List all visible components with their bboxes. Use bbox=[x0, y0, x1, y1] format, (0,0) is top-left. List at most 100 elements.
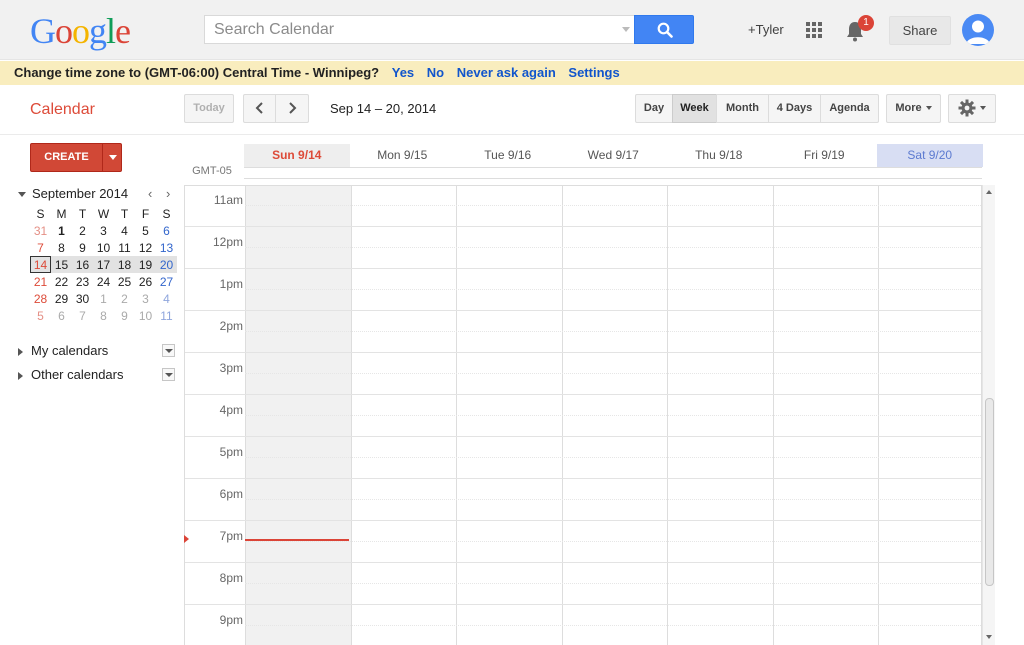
search-input[interactable] bbox=[205, 16, 617, 43]
mini-calendar-month[interactable]: September 2014 bbox=[18, 186, 128, 201]
my-calendars-section[interactable]: My calendars bbox=[18, 343, 108, 358]
scroll-down-arrow-icon[interactable] bbox=[986, 635, 992, 639]
my-calendars-label[interactable]: My calendars bbox=[31, 343, 108, 358]
mini-calendar-week[interactable]: 7 8 9 10 11 12 13 bbox=[30, 239, 177, 256]
mini-calendar-day[interactable]: 3 bbox=[135, 290, 156, 307]
view-4days-button[interactable]: 4 Days bbox=[768, 94, 821, 123]
view-week-button[interactable]: Week bbox=[672, 94, 717, 123]
mini-calendar-day[interactable]: 10 bbox=[93, 239, 114, 256]
expand-triangle-icon[interactable] bbox=[18, 347, 23, 356]
today-button[interactable]: Today bbox=[184, 94, 234, 123]
collapse-triangle-icon[interactable] bbox=[18, 192, 26, 198]
day-column-header[interactable]: Fri 9/19 bbox=[772, 144, 878, 167]
mini-calendar-week[interactable]: 31 1 2 3 4 5 6 bbox=[30, 222, 177, 239]
day-column-header[interactable]: Sun 9/14 bbox=[244, 144, 350, 167]
mini-calendar-day[interactable]: 1 bbox=[51, 222, 72, 239]
day-column-header[interactable]: Sat 9/20 bbox=[877, 144, 983, 167]
mini-calendar-day[interactable]: 2 bbox=[72, 222, 93, 239]
view-month-button[interactable]: Month bbox=[716, 94, 769, 123]
mini-calendar-day[interactable]: 11 bbox=[156, 307, 177, 324]
view-agenda-button[interactable]: Agenda bbox=[820, 94, 879, 123]
mini-calendar-day[interactable]: 11 bbox=[114, 239, 135, 256]
scroll-up-arrow-icon[interactable] bbox=[986, 190, 992, 194]
mini-calendar-day[interactable]: 23 bbox=[72, 273, 93, 290]
mini-calendar-next-icon[interactable]: › bbox=[166, 186, 170, 201]
mini-calendar-day[interactable]: 16 bbox=[72, 256, 93, 273]
mini-calendar-day[interactable]: 27 bbox=[156, 273, 177, 290]
all-day-row[interactable] bbox=[244, 167, 982, 179]
mini-calendar-day[interactable]: 9 bbox=[72, 239, 93, 256]
day-column-header[interactable]: Wed 9/17 bbox=[561, 144, 667, 167]
mini-calendar-day[interactable]: 1 bbox=[93, 290, 114, 307]
mini-calendar-day[interactable]: 5 bbox=[30, 307, 51, 324]
mini-calendar-day[interactable]: 4 bbox=[114, 222, 135, 239]
mini-calendar-day[interactable]: 12 bbox=[135, 239, 156, 256]
day-column-header[interactable]: Thu 9/18 bbox=[666, 144, 772, 167]
view-day-button[interactable]: Day bbox=[635, 94, 673, 123]
user-avatar-icon[interactable] bbox=[962, 14, 994, 46]
mini-calendar-week[interactable]: 5 6 7 8 9 10 11 bbox=[30, 307, 177, 324]
day-column-header[interactable]: Mon 9/15 bbox=[350, 144, 456, 167]
mini-calendar-day[interactable]: 9 bbox=[114, 307, 135, 324]
mini-calendar-day[interactable]: 18 bbox=[114, 256, 135, 273]
apps-grid-icon[interactable] bbox=[806, 22, 822, 38]
mini-calendar-day[interactable]: 8 bbox=[51, 239, 72, 256]
mini-calendar-day[interactable]: 24 bbox=[93, 273, 114, 290]
timezone-settings-link[interactable]: Settings bbox=[568, 65, 619, 80]
search-options-caret-icon[interactable] bbox=[622, 27, 630, 32]
mini-calendar-day[interactable]: 8 bbox=[93, 307, 114, 324]
settings-button[interactable] bbox=[948, 94, 996, 123]
mini-calendar-day[interactable]: 6 bbox=[156, 222, 177, 239]
previous-week-button[interactable] bbox=[243, 94, 276, 123]
mini-calendar-day[interactable]: 14 bbox=[30, 256, 51, 273]
mini-calendar-prev-icon[interactable]: ‹ bbox=[148, 186, 152, 201]
more-button[interactable]: More bbox=[886, 94, 941, 123]
mini-calendar-day[interactable]: 20 bbox=[156, 256, 177, 273]
mini-calendar-day[interactable]: 30 bbox=[72, 290, 93, 307]
timezone-yes-link[interactable]: Yes bbox=[392, 65, 414, 80]
mini-calendar-day[interactable]: 4 bbox=[156, 290, 177, 307]
mini-calendar-day[interactable]: 29 bbox=[51, 290, 72, 307]
mini-calendar-day[interactable]: 28 bbox=[30, 290, 51, 307]
create-dropdown-button[interactable] bbox=[102, 144, 122, 171]
mini-calendar-day[interactable]: 3 bbox=[93, 222, 114, 239]
mini-calendar-day[interactable]: 22 bbox=[51, 273, 72, 290]
mini-calendar-day[interactable]: 17 bbox=[93, 256, 114, 273]
google-logo[interactable]: Google bbox=[30, 10, 131, 52]
timezone-no-link[interactable]: No bbox=[427, 65, 444, 80]
grid-scrollbar[interactable] bbox=[982, 185, 995, 645]
mini-calendar-day[interactable]: 7 bbox=[72, 307, 93, 324]
user-profile-link[interactable]: +Tyler bbox=[748, 22, 784, 37]
mini-calendar-week[interactable]: 28 29 30 1 2 3 4 bbox=[30, 290, 177, 307]
other-calendars-menu-button[interactable] bbox=[162, 368, 175, 381]
next-week-button[interactable] bbox=[275, 94, 309, 123]
mini-calendar-day[interactable]: 19 bbox=[135, 256, 156, 273]
mini-calendar-day[interactable]: 15 bbox=[51, 256, 72, 273]
mini-calendar-day[interactable]: 2 bbox=[114, 290, 135, 307]
mini-calendar-day[interactable]: 13 bbox=[156, 239, 177, 256]
week-grid[interactable]: 11am 12pm 1pm 2pm 3pm 4pm 5pm 6pm 7pm 8pm 9pm bbox=[184, 185, 982, 645]
my-calendars-menu-button[interactable] bbox=[162, 344, 175, 357]
day-column-header[interactable]: Tue 9/16 bbox=[455, 144, 561, 167]
create-event-button[interactable]: CREATE bbox=[30, 143, 122, 172]
search-box[interactable] bbox=[204, 15, 634, 44]
mini-calendar-week[interactable]: 21 22 23 24 25 26 27 bbox=[30, 273, 177, 290]
other-calendars-section[interactable]: Other calendars bbox=[18, 367, 124, 382]
share-button[interactable]: Share bbox=[889, 16, 951, 45]
mini-calendar-day[interactable]: 6 bbox=[51, 307, 72, 324]
expand-triangle-icon[interactable] bbox=[18, 371, 23, 380]
other-calendars-label[interactable]: Other calendars bbox=[31, 367, 124, 382]
search-button[interactable] bbox=[634, 15, 694, 44]
notification-count-badge[interactable]: 1 bbox=[858, 15, 874, 31]
mini-calendar-day[interactable]: 31 bbox=[30, 222, 51, 239]
mini-calendar-day[interactable]: 21 bbox=[30, 273, 51, 290]
mini-calendar-day[interactable]: 26 bbox=[135, 273, 156, 290]
mini-calendar-day[interactable]: 10 bbox=[135, 307, 156, 324]
mini-calendar-week[interactable]: 14 15 16 17 18 19 20 bbox=[30, 256, 177, 273]
mini-calendar-day[interactable]: 5 bbox=[135, 222, 156, 239]
create-label[interactable]: CREATE bbox=[31, 144, 102, 171]
mini-calendar-day[interactable]: 7 bbox=[30, 239, 51, 256]
scrollbar-thumb[interactable] bbox=[985, 398, 994, 586]
mini-calendar-day[interactable]: 25 bbox=[114, 273, 135, 290]
timezone-never-ask-link[interactable]: Never ask again bbox=[457, 65, 556, 80]
